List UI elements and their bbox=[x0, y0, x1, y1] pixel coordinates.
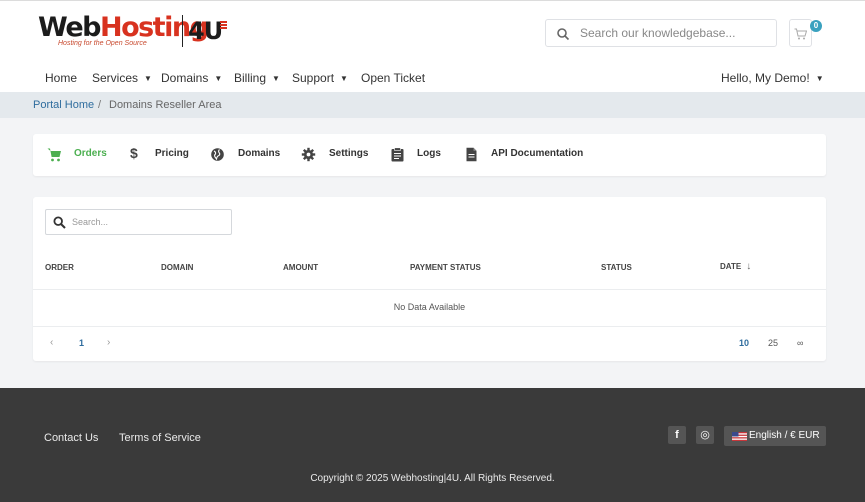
globe-icon bbox=[211, 148, 224, 161]
nav-home[interactable]: Home bbox=[45, 71, 77, 85]
breadcrumb-portal-home[interactable]: Portal Home bbox=[33, 99, 94, 111]
caret-down-icon: ▼ bbox=[815, 74, 824, 83]
tab-orders[interactable]: Orders bbox=[47, 146, 127, 164]
reseller-tabs: Orders $ Pricing Domains Settings Logs A… bbox=[33, 134, 826, 176]
page-size-all[interactable]: ∞ bbox=[797, 338, 803, 348]
us-flag-icon bbox=[732, 432, 747, 441]
language-currency-selector[interactable]: English / € EUR bbox=[724, 426, 826, 446]
column-header-amount[interactable]: AMOUNT bbox=[283, 263, 318, 272]
column-header-domain[interactable]: DOMAIN bbox=[161, 263, 193, 272]
page-size-25[interactable]: 25 bbox=[768, 338, 778, 348]
clipboard-icon bbox=[391, 147, 404, 162]
cart-count-badge: 0 bbox=[810, 20, 822, 32]
nav-account-menu[interactable]: Hello, My Demo! ▼ bbox=[721, 71, 824, 85]
nav-support[interactable]: Support ▼ bbox=[292, 71, 348, 85]
instagram-icon[interactable]: ◎ bbox=[696, 426, 714, 444]
site-footer: Contact Us Terms of Service f ◎ English … bbox=[0, 388, 865, 502]
orders-search[interactable] bbox=[45, 209, 232, 235]
tab-api-documentation[interactable]: API Documentation bbox=[464, 146, 614, 164]
logo-badge-bars bbox=[220, 21, 227, 31]
cart-icon bbox=[794, 28, 807, 40]
logo-badge: 4U bbox=[188, 17, 223, 45]
main-nav: Home Services ▼ Domains ▼ Billing ▼ Support… bbox=[0, 67, 865, 91]
orders-search-input[interactable] bbox=[72, 214, 222, 230]
dollar-icon: $ bbox=[130, 145, 138, 161]
knowledgebase-search-input[interactable] bbox=[580, 23, 770, 43]
nav-open-ticket[interactable]: Open Ticket bbox=[361, 71, 425, 85]
brand-logo[interactable]: WebHosting Hosting for the Open Source 4… bbox=[38, 13, 238, 51]
nav-domains[interactable]: Domains ▼ bbox=[161, 71, 222, 85]
empty-state-message: No Data Available bbox=[393, 302, 466, 312]
sort-descending-icon: ↓ bbox=[746, 261, 752, 272]
knowledgebase-search[interactable] bbox=[545, 19, 777, 47]
logo-divider bbox=[182, 15, 183, 47]
pagination-page-1[interactable]: 1 bbox=[79, 338, 84, 348]
site-header: WebHosting Hosting for the Open Source 4… bbox=[0, 0, 865, 92]
page-size-10[interactable]: 10 bbox=[739, 338, 749, 348]
orders-table-card: ORDER DOMAIN AMOUNT PAYMENT STATUS STATU… bbox=[33, 197, 826, 361]
tab-pricing[interactable]: $ Pricing bbox=[130, 145, 200, 164]
pagination-prev-button[interactable]: ‹ bbox=[50, 337, 53, 348]
tab-logs[interactable]: Logs bbox=[390, 146, 450, 164]
tab-settings[interactable]: Settings bbox=[301, 146, 381, 164]
copyright-text: Copyright © 2025 Webhosting|4U. All Righ… bbox=[310, 473, 555, 484]
gear-icon bbox=[301, 147, 316, 162]
tab-domains[interactable]: Domains bbox=[210, 146, 290, 164]
header-divider bbox=[33, 289, 826, 290]
search-icon bbox=[53, 216, 66, 229]
breadcrumb: Portal Home / Domains Reseller Area bbox=[0, 92, 865, 118]
column-header-order[interactable]: ORDER bbox=[45, 263, 74, 272]
caret-down-icon: ▼ bbox=[214, 74, 223, 83]
caret-down-icon: ▼ bbox=[340, 74, 348, 83]
logo-tagline: Hosting for the Open Source bbox=[58, 40, 147, 47]
breadcrumb-current: Domains Reseller Area bbox=[109, 99, 222, 111]
column-header-payment-status[interactable]: PAYMENT STATUS bbox=[410, 263, 481, 272]
column-header-status[interactable]: STATUS bbox=[601, 263, 632, 272]
column-header-date[interactable]: DATE ↓ bbox=[720, 261, 751, 272]
caret-down-icon: ▼ bbox=[272, 74, 280, 83]
caret-down-icon: ▼ bbox=[144, 74, 152, 83]
footer-divider bbox=[33, 326, 826, 327]
nav-billing[interactable]: Billing ▼ bbox=[234, 71, 280, 85]
nav-services[interactable]: Services ▼ bbox=[92, 71, 152, 85]
cart-button[interactable] bbox=[789, 19, 812, 47]
facebook-icon[interactable]: f bbox=[668, 426, 686, 444]
pagination-next-button[interactable]: › bbox=[107, 337, 110, 348]
footer-contact-us-link[interactable]: Contact Us bbox=[44, 432, 98, 444]
cart-icon bbox=[47, 148, 61, 162]
search-icon bbox=[557, 28, 570, 41]
document-icon bbox=[466, 147, 477, 162]
breadcrumb-separator: / bbox=[98, 99, 102, 111]
footer-terms-link[interactable]: Terms of Service bbox=[119, 432, 201, 444]
